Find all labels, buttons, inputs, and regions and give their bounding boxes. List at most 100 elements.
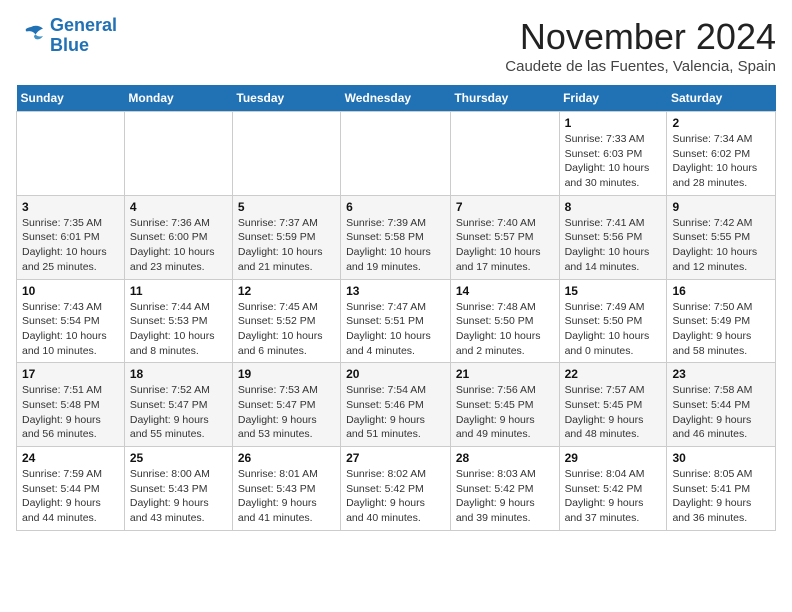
day-info: Sunrise: 7:36 AM Sunset: 6:00 PM Dayligh…	[130, 216, 227, 275]
location-title: Caudete de las Fuentes, Valencia, Spain	[505, 58, 776, 75]
calendar-cell: 12 Sunrise: 7:45 AM Sunset: 5:52 PM Dayli…	[232, 279, 340, 363]
logo-icon	[16, 21, 46, 51]
day-number: 18	[130, 367, 227, 381]
day-number: 8	[565, 200, 662, 214]
day-number: 25	[130, 451, 227, 465]
day-info: Sunrise: 8:03 AM Sunset: 5:42 PM Dayligh…	[456, 467, 554, 526]
calendar-cell: 19 Sunrise: 7:53 AM Sunset: 5:47 PM Dayli…	[232, 363, 340, 447]
calendar-cell: 30 Sunrise: 8:05 AM Sunset: 5:41 PM Dayli…	[667, 447, 776, 531]
day-info: Sunrise: 7:45 AM Sunset: 5:52 PM Dayligh…	[238, 300, 335, 359]
title-block: November 2024 Caudete de las Fuentes, Va…	[505, 16, 776, 75]
calendar-cell: 16Sunrise: 7:50 AM Sunset: 5:49 PM Dayli…	[667, 279, 776, 363]
day-number: 17	[22, 367, 119, 381]
day-info: Sunrise: 7:35 AM Sunset: 6:01 PM Dayligh…	[22, 216, 119, 275]
calendar-cell: 13 Sunrise: 7:47 AM Sunset: 5:51 PM Dayli…	[341, 279, 451, 363]
weekday-header-sunday: Sunday	[17, 85, 125, 112]
day-number: 13	[346, 284, 445, 298]
calendar-cell: 6 Sunrise: 7:39 AM Sunset: 5:58 PM Daylig…	[341, 195, 451, 279]
calendar-cell: 9Sunrise: 7:42 AM Sunset: 5:55 PM Daylig…	[667, 195, 776, 279]
day-number: 7	[456, 200, 554, 214]
day-info: Sunrise: 7:47 AM Sunset: 5:51 PM Dayligh…	[346, 300, 445, 359]
calendar-cell: 8 Sunrise: 7:41 AM Sunset: 5:56 PM Daylig…	[559, 195, 667, 279]
day-info: Sunrise: 7:40 AM Sunset: 5:57 PM Dayligh…	[456, 216, 554, 275]
day-number: 22	[565, 367, 662, 381]
day-number: 3	[22, 200, 119, 214]
day-number: 29	[565, 451, 662, 465]
calendar-cell: 20Sunrise: 7:54 AM Sunset: 5:46 PM Dayli…	[341, 363, 451, 447]
logo-line1: General	[50, 15, 117, 35]
day-info: Sunrise: 7:58 AM Sunset: 5:44 PM Dayligh…	[672, 383, 770, 442]
calendar-cell: 26Sunrise: 8:01 AM Sunset: 5:43 PM Dayli…	[232, 447, 340, 531]
calendar-week-row: 1 Sunrise: 7:33 AM Sunset: 6:03 PM Daylig…	[17, 112, 776, 196]
weekday-header-tuesday: Tuesday	[232, 85, 340, 112]
calendar-cell	[341, 112, 451, 196]
calendar-cell: 4 Sunrise: 7:36 AM Sunset: 6:00 PM Daylig…	[124, 195, 232, 279]
day-info: Sunrise: 7:49 AM Sunset: 5:50 PM Dayligh…	[565, 300, 662, 359]
calendar-cell: 25 Sunrise: 8:00 AM Sunset: 5:43 PM Dayli…	[124, 447, 232, 531]
calendar-cell: 11Sunrise: 7:44 AM Sunset: 5:53 PM Dayli…	[124, 279, 232, 363]
day-info: Sunrise: 7:41 AM Sunset: 5:56 PM Dayligh…	[565, 216, 662, 275]
day-info: Sunrise: 8:02 AM Sunset: 5:42 PM Dayligh…	[346, 467, 445, 526]
calendar-cell: 15 Sunrise: 7:49 AM Sunset: 5:50 PM Dayli…	[559, 279, 667, 363]
day-number: 9	[672, 200, 770, 214]
day-info: Sunrise: 7:37 AM Sunset: 5:59 PM Dayligh…	[238, 216, 335, 275]
calendar-cell: 3 Sunrise: 7:35 AM Sunset: 6:01 PM Daylig…	[17, 195, 125, 279]
calendar-cell: 5 Sunrise: 7:37 AM Sunset: 5:59 PM Daylig…	[232, 195, 340, 279]
weekday-header-wednesday: Wednesday	[341, 85, 451, 112]
calendar-cell: 29 Sunrise: 8:04 AM Sunset: 5:42 PM Dayli…	[559, 447, 667, 531]
day-info: Sunrise: 7:50 AM Sunset: 5:49 PM Dayligh…	[672, 300, 770, 359]
day-info: Sunrise: 7:56 AM Sunset: 5:45 PM Dayligh…	[456, 383, 554, 442]
weekday-header-thursday: Thursday	[450, 85, 559, 112]
day-info: Sunrise: 7:34 AM Sunset: 6:02 PM Dayligh…	[672, 132, 770, 191]
calendar-cell: 10Sunrise: 7:43 AM Sunset: 5:54 PM Dayli…	[17, 279, 125, 363]
calendar-cell: 21Sunrise: 7:56 AM Sunset: 5:45 PM Dayli…	[450, 363, 559, 447]
calendar-week-row: 17 Sunrise: 7:51 AM Sunset: 5:48 PM Dayli…	[17, 363, 776, 447]
day-info: Sunrise: 8:04 AM Sunset: 5:42 PM Dayligh…	[565, 467, 662, 526]
day-info: Sunrise: 7:53 AM Sunset: 5:47 PM Dayligh…	[238, 383, 335, 442]
day-info: Sunrise: 8:01 AM Sunset: 5:43 PM Dayligh…	[238, 467, 335, 526]
calendar-cell: 14Sunrise: 7:48 AM Sunset: 5:50 PM Dayli…	[450, 279, 559, 363]
day-number: 1	[565, 116, 662, 130]
day-info: Sunrise: 7:43 AM Sunset: 5:54 PM Dayligh…	[22, 300, 119, 359]
calendar-cell: 27 Sunrise: 8:02 AM Sunset: 5:42 PM Dayli…	[341, 447, 451, 531]
day-info: Sunrise: 7:51 AM Sunset: 5:48 PM Dayligh…	[22, 383, 119, 442]
day-info: Sunrise: 7:57 AM Sunset: 5:45 PM Dayligh…	[565, 383, 662, 442]
logo: General Blue	[16, 16, 117, 56]
day-number: 2	[672, 116, 770, 130]
day-number: 30	[672, 451, 770, 465]
month-title: November 2024	[505, 16, 776, 58]
calendar-cell: 23Sunrise: 7:58 AM Sunset: 5:44 PM Dayli…	[667, 363, 776, 447]
day-number: 14	[456, 284, 554, 298]
calendar-cell: 2 Sunrise: 7:34 AM Sunset: 6:02 PM Daylig…	[667, 112, 776, 196]
weekday-header-row: SundayMondayTuesdayWednesdayThursdayFrid…	[17, 85, 776, 112]
calendar-week-row: 10Sunrise: 7:43 AM Sunset: 5:54 PM Dayli…	[17, 279, 776, 363]
day-number: 24	[22, 451, 119, 465]
day-number: 5	[238, 200, 335, 214]
day-info: Sunrise: 7:33 AM Sunset: 6:03 PM Dayligh…	[565, 132, 662, 191]
day-info: Sunrise: 7:44 AM Sunset: 5:53 PM Dayligh…	[130, 300, 227, 359]
day-number: 27	[346, 451, 445, 465]
calendar-cell: 18 Sunrise: 7:52 AM Sunset: 5:47 PM Dayli…	[124, 363, 232, 447]
day-info: Sunrise: 8:00 AM Sunset: 5:43 PM Dayligh…	[130, 467, 227, 526]
calendar-week-row: 24 Sunrise: 7:59 AM Sunset: 5:44 PM Dayli…	[17, 447, 776, 531]
calendar-cell	[17, 112, 125, 196]
day-number: 6	[346, 200, 445, 214]
day-number: 4	[130, 200, 227, 214]
logo-line2: Blue	[50, 35, 89, 55]
calendar-week-row: 3 Sunrise: 7:35 AM Sunset: 6:01 PM Daylig…	[17, 195, 776, 279]
calendar-cell	[450, 112, 559, 196]
day-number: 15	[565, 284, 662, 298]
day-number: 12	[238, 284, 335, 298]
calendar-cell: 22 Sunrise: 7:57 AM Sunset: 5:45 PM Dayli…	[559, 363, 667, 447]
day-number: 19	[238, 367, 335, 381]
day-number: 20	[346, 367, 445, 381]
calendar-cell	[124, 112, 232, 196]
day-info: Sunrise: 8:05 AM Sunset: 5:41 PM Dayligh…	[672, 467, 770, 526]
calendar-cell: 7 Sunrise: 7:40 AM Sunset: 5:57 PM Daylig…	[450, 195, 559, 279]
day-info: Sunrise: 7:52 AM Sunset: 5:47 PM Dayligh…	[130, 383, 227, 442]
calendar-cell	[232, 112, 340, 196]
weekday-header-friday: Friday	[559, 85, 667, 112]
day-info: Sunrise: 7:59 AM Sunset: 5:44 PM Dayligh…	[22, 467, 119, 526]
calendar-cell: 28Sunrise: 8:03 AM Sunset: 5:42 PM Dayli…	[450, 447, 559, 531]
day-info: Sunrise: 7:39 AM Sunset: 5:58 PM Dayligh…	[346, 216, 445, 275]
